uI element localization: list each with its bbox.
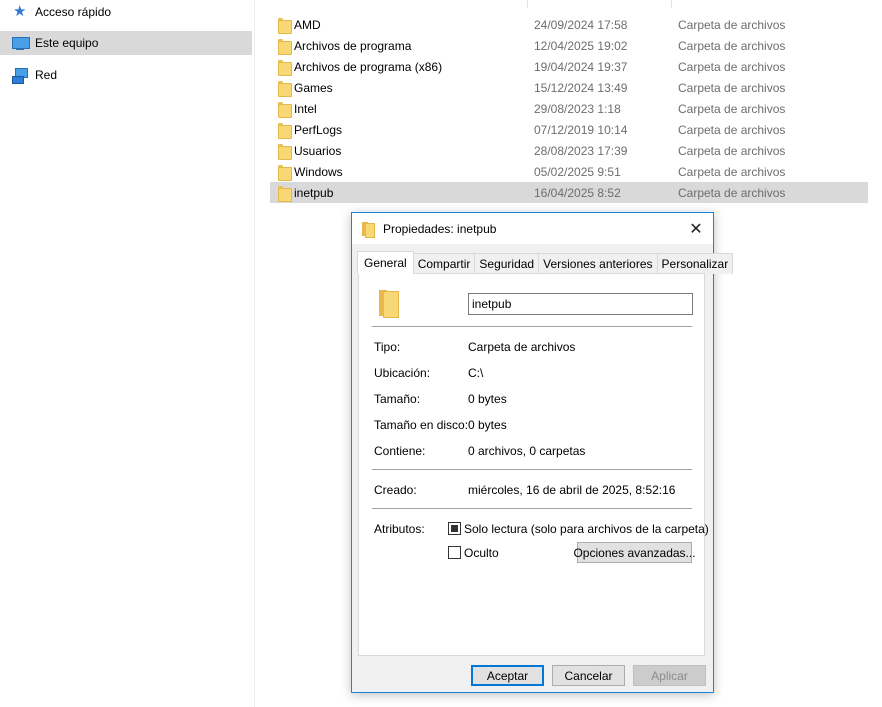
- folder-icon: [278, 38, 292, 55]
- file-row[interactable]: PerfLogs 07/12/2019 10:14 Carpeta de arc…: [270, 119, 868, 140]
- folder-icon: [379, 290, 399, 318]
- nav-item-quick-access[interactable]: Acceso rápido: [0, 0, 252, 24]
- nav-item-label: Este equipo: [35, 36, 99, 50]
- close-button[interactable]: ✕: [679, 213, 713, 244]
- hidden-checkbox[interactable]: [448, 546, 461, 559]
- prop-label-size-on-disk: Tamaño en disco:: [374, 418, 469, 432]
- readonly-label[interactable]: Solo lectura (solo para archivos de la c…: [464, 522, 709, 536]
- tab-security[interactable]: Seguridad: [474, 253, 540, 274]
- network-icon: [12, 67, 28, 84]
- file-date: 12/04/2025 19:02: [534, 38, 628, 53]
- file-type: Carpeta de archivos: [678, 143, 786, 158]
- file-name: Intel: [294, 101, 317, 116]
- file-name: Archivos de programa (x86): [294, 59, 443, 74]
- file-date: 15/12/2024 13:49: [534, 80, 628, 95]
- column-divider[interactable]: [671, 0, 672, 8]
- nav-item-this-pc[interactable]: Este equipo: [0, 31, 252, 55]
- prop-label-location: Ubicación:: [374, 366, 431, 380]
- folder-icon: [362, 221, 375, 238]
- file-name: PerfLogs: [294, 122, 343, 137]
- file-row[interactable]: Usuarios 28/08/2023 17:39 Carpeta de arc…: [270, 140, 868, 161]
- file-type: Carpeta de archivos: [678, 80, 786, 95]
- file-name: Usuarios: [294, 143, 342, 158]
- file-date: 16/04/2025 8:52: [534, 185, 621, 200]
- file-date: 29/08/2023 1:18: [534, 101, 621, 116]
- advanced-options-button[interactable]: Opciones avanzadas...: [573, 542, 696, 563]
- folder-icon: [278, 143, 292, 160]
- file-row[interactable]: Games 15/12/2024 13:49 Carpeta de archiv…: [270, 77, 868, 98]
- general-panel: Tipo: Carpeta de archivos Ubicación: C:\…: [358, 273, 709, 656]
- file-date: 05/02/2025 9:51: [534, 164, 621, 179]
- folder-name-input[interactable]: [468, 293, 693, 315]
- apply-button[interactable]: Aplicar: [633, 665, 706, 686]
- separator: [372, 469, 692, 470]
- file-name: inetpub: [294, 185, 334, 200]
- tab-general[interactable]: General: [357, 251, 414, 274]
- properties-dialog: Propiedades: inetpub ✕ General Compartir…: [351, 212, 734, 693]
- file-date: 28/08/2023 17:39: [534, 143, 628, 158]
- prop-label-attributes: Atributos:: [374, 522, 425, 536]
- file-type: Carpeta de archivos: [678, 164, 786, 179]
- file-row[interactable]: Windows 05/02/2025 9:51 Carpeta de archi…: [270, 161, 868, 182]
- file-row[interactable]: Archivos de programa (x86) 19/04/2024 19…: [270, 56, 868, 77]
- folder-icon: [278, 17, 292, 34]
- folder-icon: [278, 59, 292, 76]
- prop-value-type: Carpeta de archivos: [468, 340, 576, 354]
- tab-customize[interactable]: Personalizar: [656, 253, 734, 274]
- prop-value-size: 0 bytes: [468, 392, 507, 406]
- file-type: Carpeta de archivos: [678, 17, 786, 32]
- prop-value-size-on-disk: 0 bytes: [468, 418, 507, 432]
- ok-button[interactable]: Aceptar: [471, 665, 544, 686]
- hidden-label[interactable]: Oculto: [464, 546, 499, 560]
- prop-value-created: miércoles, 16 de abril de 2025, 8:52:16: [468, 483, 676, 497]
- dialog-titlebar[interactable]: Propiedades: inetpub ✕: [352, 213, 713, 244]
- folder-icon: [278, 80, 292, 97]
- file-type: Carpeta de archivos: [678, 185, 786, 200]
- nav-item-label: Red: [35, 68, 58, 82]
- file-row[interactable]: AMD 24/09/2024 17:58 Carpeta de archivos: [270, 14, 868, 35]
- file-date: 24/09/2024 17:58: [534, 17, 628, 32]
- prop-label-size: Tamaño:: [374, 392, 421, 406]
- tab-share[interactable]: Compartir: [412, 253, 476, 274]
- computer-icon: [12, 35, 30, 51]
- prop-label-created: Creado:: [374, 483, 417, 497]
- file-name: Games: [294, 80, 333, 95]
- readonly-checkbox[interactable]: [448, 522, 461, 535]
- file-row-selected[interactable]: inetpub 16/04/2025 8:52 Carpeta de archi…: [270, 182, 868, 203]
- file-type: Carpeta de archivos: [678, 59, 786, 74]
- separator: [372, 326, 692, 327]
- file-name: Windows: [294, 164, 343, 179]
- nav-item-network[interactable]: Red: [0, 63, 252, 87]
- file-type: Carpeta de archivos: [678, 122, 786, 137]
- column-divider[interactable]: [527, 0, 528, 8]
- tab-previous-versions[interactable]: Versiones anteriores: [538, 253, 658, 274]
- file-name: AMD: [294, 17, 321, 32]
- file-row[interactable]: Archivos de programa 12/04/2025 19:02 Ca…: [270, 35, 868, 56]
- file-date: 07/12/2019 10:14: [534, 122, 628, 137]
- file-type: Carpeta de archivos: [678, 101, 786, 116]
- file-row[interactable]: Intel 29/08/2023 1:18 Carpeta de archivo…: [270, 98, 868, 119]
- file-type: Carpeta de archivos: [678, 38, 786, 53]
- nav-item-label: Acceso rápido: [35, 5, 112, 19]
- file-date: 19/04/2024 19:37: [534, 59, 628, 74]
- folder-icon: [278, 101, 292, 118]
- prop-value-location: C:\: [468, 366, 484, 380]
- separator: [372, 508, 692, 509]
- navigation-pane: Acceso rápido Este equipo Red: [0, 0, 255, 707]
- dialog-title: Propiedades: inetpub: [383, 221, 497, 236]
- tab-strip: General Compartir Seguridad Versiones an…: [357, 251, 734, 274]
- prop-label-contains: Contiene:: [374, 444, 426, 458]
- folder-icon: [278, 122, 292, 139]
- prop-value-contains: 0 archivos, 0 carpetas: [468, 444, 586, 458]
- folder-icon: [278, 185, 292, 202]
- cancel-button[interactable]: Cancelar: [552, 665, 625, 686]
- star-icon: [12, 2, 28, 20]
- folder-icon: [278, 164, 292, 181]
- prop-label-type: Tipo:: [374, 340, 401, 354]
- file-name: Archivos de programa: [294, 38, 412, 53]
